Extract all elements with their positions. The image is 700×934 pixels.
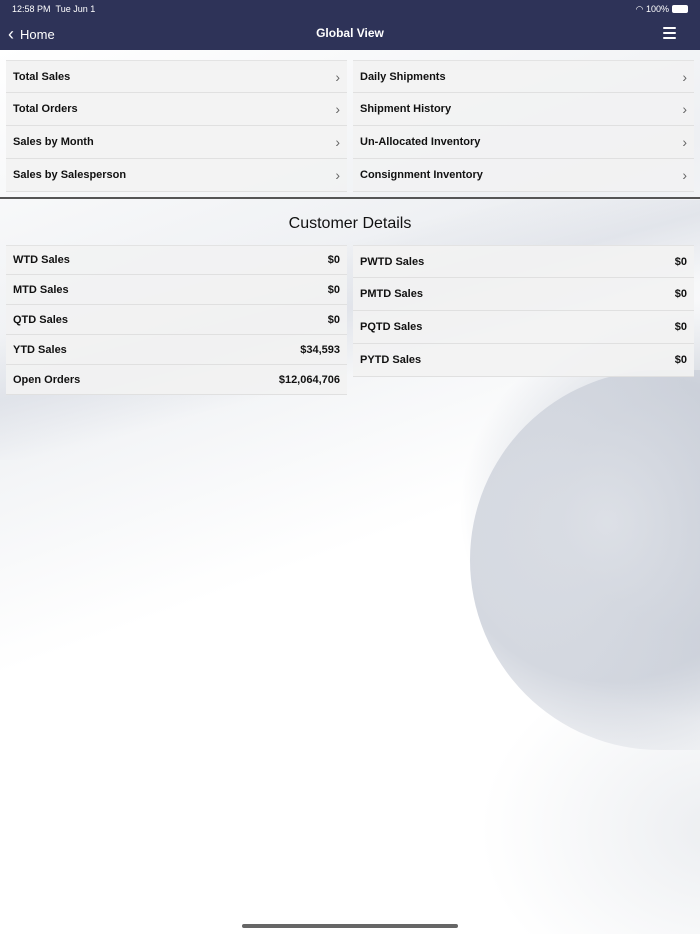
detail-row: WTD Sales $0	[6, 245, 347, 275]
hamburger-menu-icon[interactable]	[663, 27, 676, 42]
menu-item-total-sales[interactable]: Total Sales ›	[6, 60, 347, 93]
chevron-right-icon: ›	[682, 134, 687, 150]
detail-value: $0	[674, 354, 687, 366]
menu-item-label: Daily Shipments	[360, 70, 446, 83]
menu-item-unallocated-inventory[interactable]: Un-Allocated Inventory ›	[353, 126, 694, 159]
chevron-right-icon: ›	[335, 68, 340, 85]
menu-item-shipment-history[interactable]: Shipment History ›	[353, 93, 694, 126]
page-title: Global View	[316, 26, 384, 40]
detail-value: $0	[674, 288, 687, 300]
report-menu-left: Total Sales › Total Orders › Sales by Mont…	[6, 60, 347, 192]
battery-icon	[672, 5, 688, 14]
customer-details-right: PWTD Sales $0 PMTD Sales $0 PQTD Sales $0 P…	[353, 245, 694, 377]
status-time: 12:58 PM	[12, 4, 51, 14]
detail-label: PWTD Sales	[360, 255, 425, 268]
menu-item-total-orders[interactable]: Total Orders ›	[6, 93, 347, 126]
chevron-right-icon: ›	[682, 167, 687, 183]
detail-label: PQTD Sales	[360, 321, 423, 333]
chevron-right-icon: ›	[335, 101, 340, 117]
section-title: Customer Details	[288, 215, 412, 232]
menu-item-label: Un-Allocated Inventory	[360, 136, 481, 148]
detail-value: $0	[327, 313, 340, 326]
battery-percent: 100%	[645, 3, 669, 14]
detail-row: Open Orders $12,064,706	[6, 365, 347, 395]
detail-label: MTD Sales	[13, 283, 69, 296]
detail-label: QTD Sales	[13, 313, 69, 326]
detail-value: $0	[327, 254, 340, 266]
menu-item-sales-by-salesperson[interactable]: Sales by Salesperson ›	[6, 159, 347, 192]
customer-details-left: WTD Sales $0 MTD Sales $0 QTD Sales $0 YTD …	[6, 245, 347, 395]
menu-item-label: Sales by Month	[13, 136, 94, 148]
detail-row: QTD Sales $0	[6, 305, 347, 335]
status-date: Tue Jun 1	[55, 4, 96, 14]
detail-row: YTD Sales $34,593	[6, 335, 347, 365]
wifi-icon: ◠	[635, 3, 644, 14]
detail-label: PMTD Sales	[360, 288, 423, 300]
menu-item-daily-shipments[interactable]: Daily Shipments ›	[353, 60, 694, 93]
detail-value: $34,593	[300, 343, 340, 356]
menu-item-label: Total Orders	[13, 103, 78, 115]
detail-row: PQTD Sales $0	[353, 311, 694, 344]
detail-label: WTD Sales	[13, 254, 70, 266]
menu-item-label: Consignment Inventory	[360, 169, 483, 181]
home-indicator[interactable]	[242, 924, 458, 928]
chevron-right-icon: ›	[682, 68, 687, 85]
detail-row: MTD Sales $0	[6, 275, 347, 305]
detail-row: PMTD Sales $0	[353, 278, 694, 311]
nav-bar: ‹ Home Global View	[0, 18, 700, 50]
detail-label: YTD Sales	[13, 343, 67, 356]
chevron-right-icon: ›	[682, 101, 687, 117]
menu-item-consignment-inventory[interactable]: Consignment Inventory ›	[353, 159, 694, 192]
status-bar: 12:58 PM Tue Jun 1 ◠ 100%	[0, 0, 700, 18]
menu-item-label: Total Sales	[13, 70, 71, 83]
detail-value: $0	[327, 283, 340, 296]
report-menu-right: Daily Shipments › Shipment History › Un-Al…	[353, 60, 694, 192]
detail-value: $12,064,706	[278, 373, 340, 386]
menu-item-label: Shipment History	[360, 103, 452, 115]
menu-item-sales-by-month[interactable]: Sales by Month ›	[6, 126, 347, 159]
chevron-right-icon: ›	[335, 167, 340, 183]
detail-label: PYTD Sales	[360, 354, 422, 366]
detail-label: Open Orders	[13, 373, 81, 386]
chevron-right-icon: ›	[335, 134, 340, 150]
divider	[0, 197, 700, 199]
detail-value: $0	[674, 255, 687, 268]
detail-row: PWTD Sales $0	[353, 245, 694, 278]
detail-value: $0	[674, 321, 687, 333]
menu-item-label: Sales by Salesperson	[13, 169, 127, 181]
detail-row: PYTD Sales $0	[353, 344, 694, 377]
